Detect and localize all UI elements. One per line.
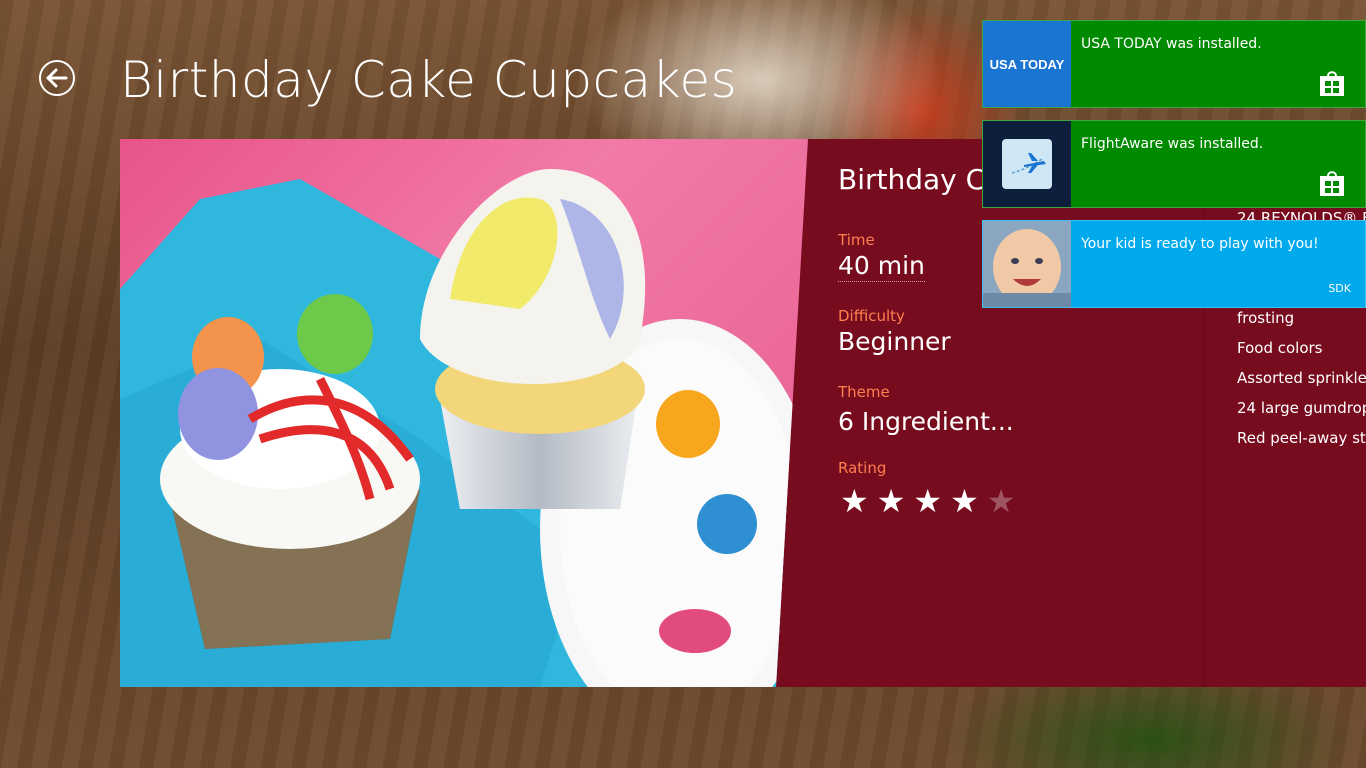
time-label: Time — [838, 231, 875, 249]
star-icon: ★ — [913, 482, 943, 520]
usa-today-logo-icon: USA TODAY — [983, 21, 1071, 107]
theme-value[interactable]: 6 Ingredient... — [838, 407, 1014, 436]
flightaware-logo-icon — [983, 121, 1071, 207]
toast-message: FlightAware was installed. — [1081, 136, 1264, 152]
star-icon: ★ — [986, 482, 1016, 520]
recipe-photo — [120, 139, 808, 687]
usa-today-logo-text: USA TODAY — [989, 56, 1065, 72]
star-icon: ★ — [876, 482, 906, 520]
back-arrow-icon — [46, 68, 68, 88]
difficulty-label: Difficulty — [838, 307, 905, 325]
toast-message: Your kid is ready to play with you! — [1081, 236, 1319, 252]
ingredient-item: Assorted sprinkles — [1237, 369, 1366, 387]
recipe-name: Birthday Ca — [838, 163, 1003, 196]
rating-stars: ★ ★ ★ ★ ★ — [840, 483, 1015, 519]
theme-label: Theme — [838, 383, 890, 401]
difficulty-value: Beginner — [838, 327, 951, 356]
ingredient-item: frosting — [1237, 309, 1295, 327]
time-value: 40 min — [838, 251, 925, 282]
star-icon: ★ — [840, 482, 869, 520]
page-title: Birthday Cake Cupcakes — [120, 51, 738, 109]
store-icon — [1320, 171, 1344, 196]
ingredient-item: 24 large gumdrops — [1237, 399, 1366, 417]
toast-usa-today[interactable]: USA TODAY USA TODAY was installed. — [982, 20, 1366, 108]
ingredient-item: Food colors — [1237, 339, 1323, 357]
store-icon — [1320, 71, 1344, 96]
toast-kid-ready[interactable]: Your kid is ready to play with you! SDK — [982, 220, 1366, 308]
toast-footer: SDK — [1328, 282, 1351, 295]
back-button[interactable] — [39, 60, 75, 96]
ingredient-item: Red peel-away strin — [1237, 429, 1366, 447]
baby-photo — [983, 221, 1071, 307]
toast-flightaware[interactable]: FlightAware was installed. — [982, 120, 1366, 208]
time-value-text: 40 min — [838, 251, 925, 282]
star-icon: ★ — [950, 482, 979, 520]
airplane-icon — [1002, 139, 1052, 189]
toast-message: USA TODAY was installed. — [1081, 36, 1262, 52]
rating-label: Rating — [838, 459, 887, 477]
